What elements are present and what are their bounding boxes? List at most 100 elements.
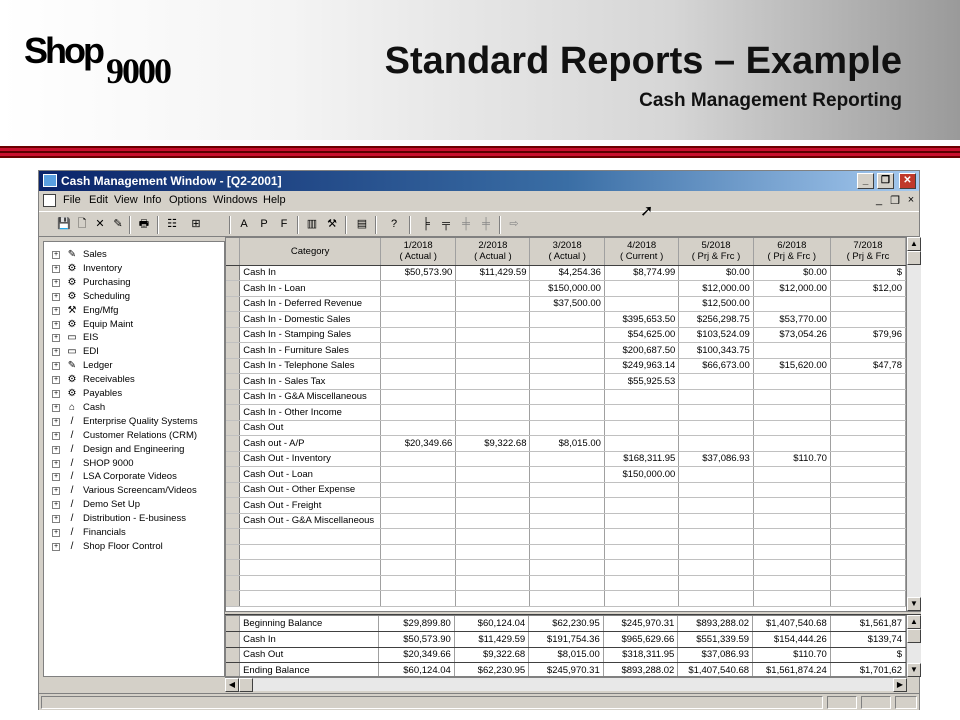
scroll-up-icon[interactable]: ▲ <box>907 615 921 629</box>
column-header[interactable]: 6/2018( Prj & Frc ) <box>753 238 831 266</box>
find-icon[interactable]: F <box>275 216 293 233</box>
balance-label-cell[interactable]: Ending Balance <box>239 662 380 676</box>
balance-amount-cell[interactable]: $191,754.36 <box>528 631 604 648</box>
category-cell[interactable]: Cash In - Telephone Sales <box>239 358 382 374</box>
amount-cell[interactable]: $249,963.14 <box>604 358 680 374</box>
category-cell[interactable] <box>239 590 382 607</box>
amount-cell[interactable] <box>830 311 906 328</box>
table-row[interactable] <box>226 590 906 607</box>
amount-cell[interactable] <box>604 404 680 421</box>
row-header[interactable] <box>226 342 241 359</box>
category-cell[interactable]: Cash In <box>239 264 382 281</box>
insert-row-icon[interactable]: ╞ <box>417 216 435 233</box>
amount-cell[interactable] <box>753 466 831 483</box>
balance-amount-cell[interactable]: $1,561,874.24 <box>752 662 831 676</box>
amount-cell[interactable] <box>529 497 605 514</box>
balance-amount-cell[interactable]: $1,407,540.68 <box>752 616 831 632</box>
amount-cell[interactable]: $55,925.53 <box>604 373 680 390</box>
table-row[interactable]: Cash In - Other Income <box>226 404 906 421</box>
sort-az-icon[interactable]: A <box>235 216 253 233</box>
tree-item[interactable]: + / Distribution - E-business <box>44 512 224 526</box>
column-header[interactable]: Category <box>239 238 382 266</box>
row-header[interactable] <box>226 559 241 576</box>
category-cell[interactable]: Cash In - Furniture Sales <box>239 342 382 359</box>
menu-options[interactable]: Options <box>169 194 207 206</box>
balance-amount-cell[interactable]: $154,444.26 <box>752 631 831 648</box>
amount-cell[interactable] <box>455 327 531 343</box>
lookup-icon[interactable]: ⊞ <box>187 216 205 233</box>
category-cell[interactable] <box>239 575 382 591</box>
row-header[interactable] <box>226 647 241 663</box>
row-header[interactable] <box>226 327 241 343</box>
amount-cell[interactable] <box>753 544 831 560</box>
amount-cell[interactable] <box>753 528 831 545</box>
amount-cell[interactable] <box>678 435 754 452</box>
amount-cell[interactable] <box>529 358 605 374</box>
balance-amount-cell[interactable]: $1,407,540.68 <box>677 662 754 676</box>
amount-cell[interactable]: $73,054.26 <box>753 327 831 343</box>
amount-cell[interactable] <box>678 482 754 498</box>
amount-cell[interactable] <box>830 575 906 591</box>
fill-icon[interactable]: ╪ <box>477 216 495 233</box>
amount-cell[interactable] <box>678 590 754 607</box>
amount-cell[interactable] <box>380 575 457 591</box>
tree-item[interactable]: + / LSA Corporate Videos <box>44 470 224 484</box>
mdi-restore-button[interactable]: ❐ <box>889 194 901 207</box>
amount-cell[interactable] <box>604 575 680 591</box>
amount-cell[interactable] <box>830 373 906 390</box>
balance-amount-cell[interactable]: $60,124.04 <box>454 616 530 632</box>
amount-cell[interactable] <box>753 482 831 498</box>
amount-cell[interactable] <box>455 544 531 560</box>
expand-icon[interactable]: + <box>52 264 60 273</box>
tree-item[interactable]: + ✎ Ledger <box>44 359 224 373</box>
expand-icon[interactable]: + <box>52 334 60 343</box>
tree-item[interactable]: + ⚙ Payables <box>44 387 224 401</box>
balance-amount-cell[interactable]: $8,015.00 <box>528 647 604 663</box>
amount-cell[interactable] <box>455 358 531 374</box>
menu-windows[interactable]: Windows <box>213 194 258 206</box>
menu-edit[interactable]: Edit <box>89 194 108 206</box>
tree-item[interactable]: + ⚙ Scheduling <box>44 290 224 304</box>
amount-cell[interactable] <box>455 528 531 545</box>
row-header[interactable] <box>226 311 241 328</box>
amount-cell[interactable] <box>455 466 531 483</box>
amount-cell[interactable] <box>455 482 531 498</box>
tree-item[interactable]: + ▭ EIS <box>44 331 224 345</box>
totals-row[interactable]: Beginning Balance $29,899.80 $60,124.04 $62… <box>226 616 906 632</box>
tree-item[interactable]: + ⚙ Inventory <box>44 262 224 276</box>
amount-cell[interactable] <box>830 497 906 514</box>
tree-item[interactable]: + ⌂ Cash <box>44 401 224 415</box>
tree-item[interactable]: + / Various Screencam/Videos <box>44 484 224 498</box>
scroll-down-icon[interactable]: ▼ <box>907 663 921 677</box>
amount-cell[interactable]: $150,000.00 <box>604 466 680 483</box>
amount-cell[interactable]: $12,500.00 <box>678 296 754 312</box>
column-header[interactable]: 4/2018( Current ) <box>604 238 680 266</box>
amount-cell[interactable]: $47,78 <box>830 358 906 374</box>
amount-cell[interactable] <box>830 404 906 421</box>
amount-cell[interactable] <box>604 590 680 607</box>
amount-cell[interactable] <box>455 280 531 297</box>
restore-button[interactable]: ❐ <box>877 173 894 189</box>
balance-amount-cell[interactable]: $62,230.95 <box>528 616 604 632</box>
column-header[interactable]: 1/2018( Actual ) <box>380 238 457 266</box>
category-cell[interactable]: Cash Out - Loan <box>239 466 382 483</box>
amount-cell[interactable] <box>380 590 457 607</box>
menu-info[interactable]: Info <box>143 194 161 206</box>
amount-cell[interactable]: $100,343.75 <box>678 342 754 359</box>
balance-amount-cell[interactable]: $50,573.90 <box>378 631 455 648</box>
expand-icon[interactable]: + <box>52 542 60 551</box>
amount-cell[interactable] <box>529 420 605 436</box>
row-header[interactable] <box>226 513 241 529</box>
amount-cell[interactable] <box>830 420 906 436</box>
amount-cell[interactable] <box>529 482 605 498</box>
expand-icon[interactable]: + <box>52 292 60 301</box>
table-row[interactable]: Cash In $50,573.90 $11,429.59 $4,254.36 $8,7… <box>226 264 906 281</box>
tools-icon[interactable]: ⚒ <box>323 216 341 233</box>
amount-cell[interactable] <box>380 404 457 421</box>
balance-amount-cell[interactable]: $1,561,87 <box>830 616 906 632</box>
expand-icon[interactable]: + <box>52 306 60 315</box>
column-header[interactable]: 3/2018( Actual ) <box>529 238 605 266</box>
row-header[interactable] <box>226 631 241 648</box>
amount-cell[interactable] <box>753 513 831 529</box>
amount-cell[interactable] <box>604 544 680 560</box>
